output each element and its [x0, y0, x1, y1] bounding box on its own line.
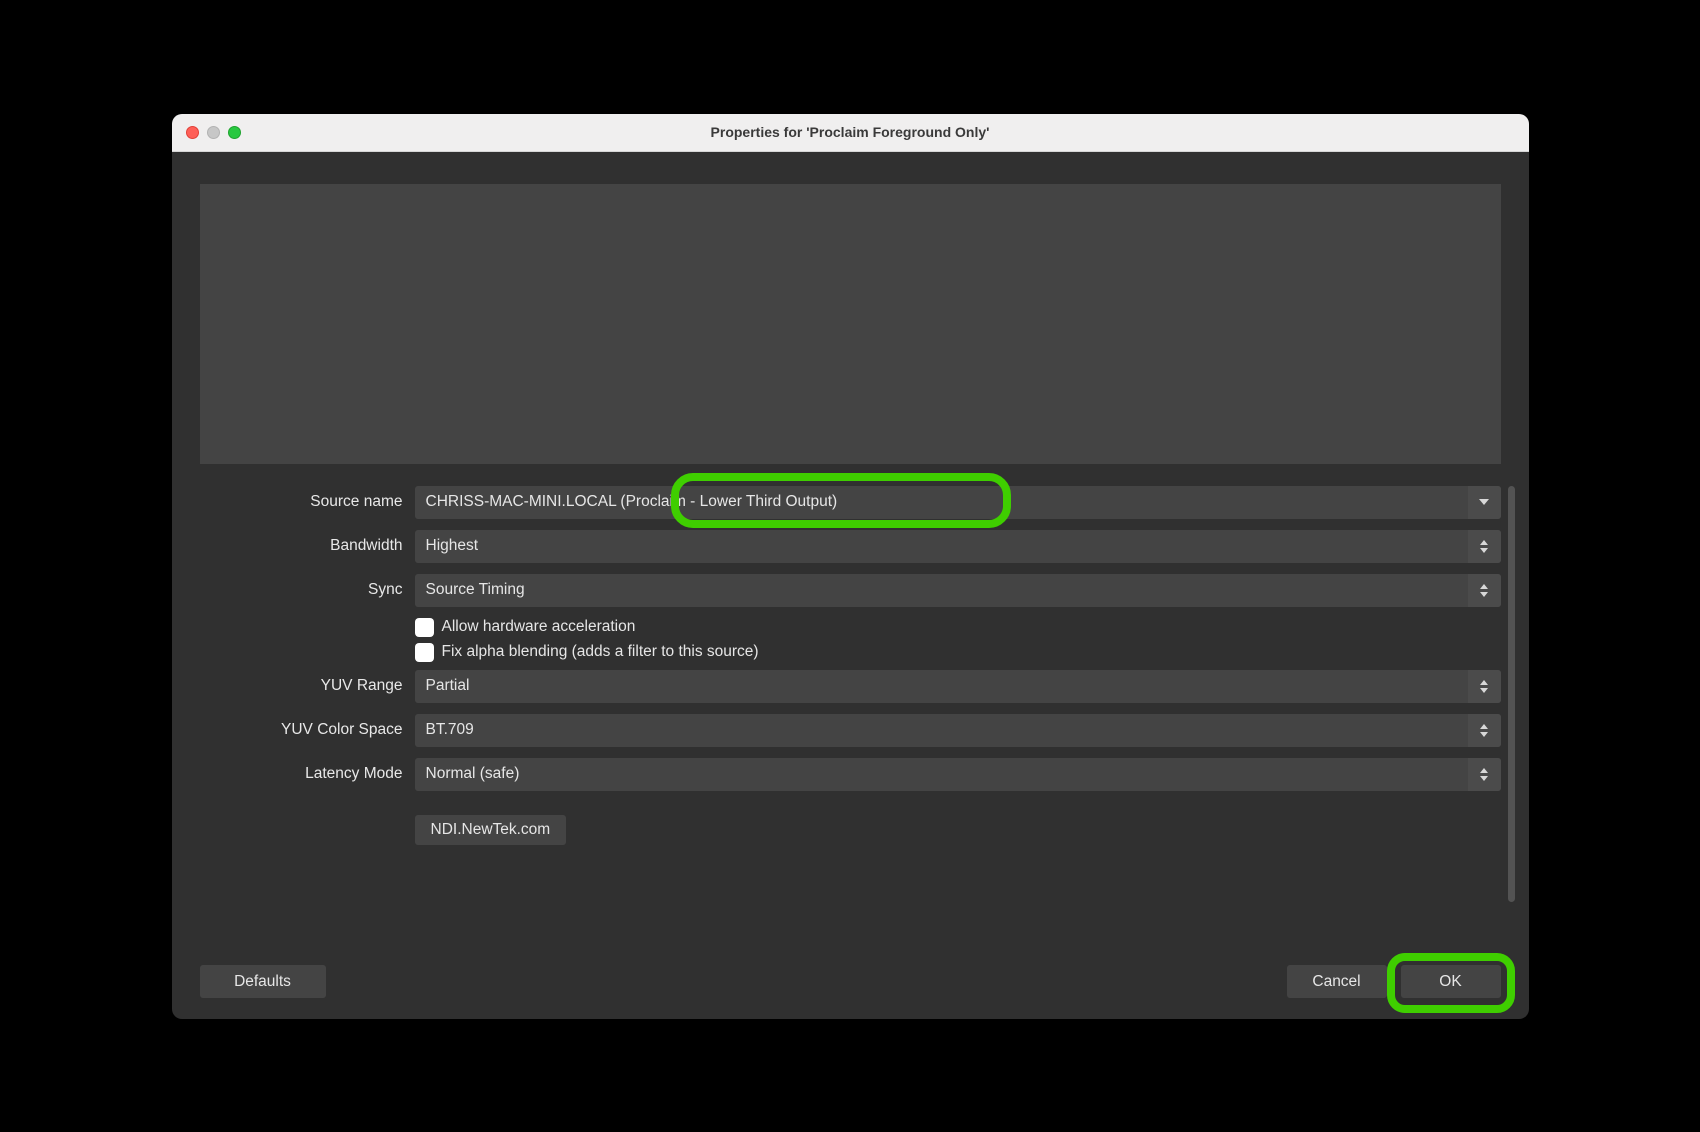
latency-row: Latency Mode Normal (safe)	[200, 758, 1501, 791]
form-area: Source name CHRISS-MAC-MINI.LOCAL (Procl…	[200, 486, 1501, 945]
chevron-down-icon[interactable]	[1468, 486, 1501, 519]
scrollbar[interactable]	[1508, 486, 1515, 906]
yuv-range-row: YUV Range Partial	[200, 670, 1501, 703]
yuv-space-value: BT.709	[415, 721, 474, 739]
content-area: Source name CHRISS-MAC-MINI.LOCAL (Procl…	[172, 152, 1529, 945]
source-preview	[200, 184, 1501, 464]
titlebar: Properties for 'Proclaim Foreground Only…	[172, 114, 1529, 152]
fix-alpha-row: Fix alpha blending (adds a filter to thi…	[415, 643, 1501, 662]
sync-row: Sync Source Timing	[200, 574, 1501, 607]
source-name-row: Source name CHRISS-MAC-MINI.LOCAL (Procl…	[200, 486, 1501, 519]
properties-window: Properties for 'Proclaim Foreground Only…	[172, 114, 1529, 1019]
sync-label: Sync	[200, 581, 415, 599]
bandwidth-dropdown[interactable]: Highest	[415, 530, 1501, 563]
fix-alpha-label: Fix alpha blending (adds a filter to thi…	[442, 643, 759, 661]
stepper-icon[interactable]	[1468, 530, 1501, 563]
bandwidth-label: Bandwidth	[200, 537, 415, 555]
footer: Defaults Cancel OK	[172, 945, 1529, 1019]
yuv-space-dropdown[interactable]: BT.709	[415, 714, 1501, 747]
latency-dropdown[interactable]: Normal (safe)	[415, 758, 1501, 791]
source-name-value: CHRISS-MAC-MINI.LOCAL (Proclaim - Lower …	[415, 493, 838, 511]
ok-button[interactable]: OK	[1401, 965, 1501, 998]
stepper-icon[interactable]	[1468, 758, 1501, 791]
latency-label: Latency Mode	[200, 765, 415, 783]
allow-hw-label: Allow hardware acceleration	[442, 618, 636, 636]
yuv-space-row: YUV Color Space BT.709	[200, 714, 1501, 747]
scrollbar-thumb[interactable]	[1508, 486, 1515, 902]
bandwidth-value: Highest	[415, 537, 479, 555]
stepper-icon[interactable]	[1468, 670, 1501, 703]
ndi-link-button[interactable]: NDI.NewTek.com	[415, 815, 567, 845]
yuv-range-dropdown[interactable]: Partial	[415, 670, 1501, 703]
allow-hw-checkbox[interactable]	[415, 618, 434, 637]
defaults-button[interactable]: Defaults	[200, 965, 326, 998]
cancel-button[interactable]: Cancel	[1287, 965, 1387, 998]
window-title: Properties for 'Proclaim Foreground Only…	[172, 124, 1529, 140]
bandwidth-row: Bandwidth Highest	[200, 530, 1501, 563]
yuv-space-label: YUV Color Space	[200, 721, 415, 739]
allow-hw-row: Allow hardware acceleration	[415, 618, 1501, 637]
latency-value: Normal (safe)	[415, 765, 520, 783]
checkbox-group: Allow hardware acceleration Fix alpha bl…	[200, 618, 1501, 662]
yuv-range-label: YUV Range	[200, 677, 415, 695]
source-name-dropdown[interactable]: CHRISS-MAC-MINI.LOCAL (Proclaim - Lower …	[415, 486, 1501, 519]
source-name-label: Source name	[200, 493, 415, 511]
sync-value: Source Timing	[415, 581, 525, 599]
stepper-icon[interactable]	[1468, 714, 1501, 747]
sync-dropdown[interactable]: Source Timing	[415, 574, 1501, 607]
fix-alpha-checkbox[interactable]	[415, 643, 434, 662]
yuv-range-value: Partial	[415, 677, 470, 695]
stepper-icon[interactable]	[1468, 574, 1501, 607]
